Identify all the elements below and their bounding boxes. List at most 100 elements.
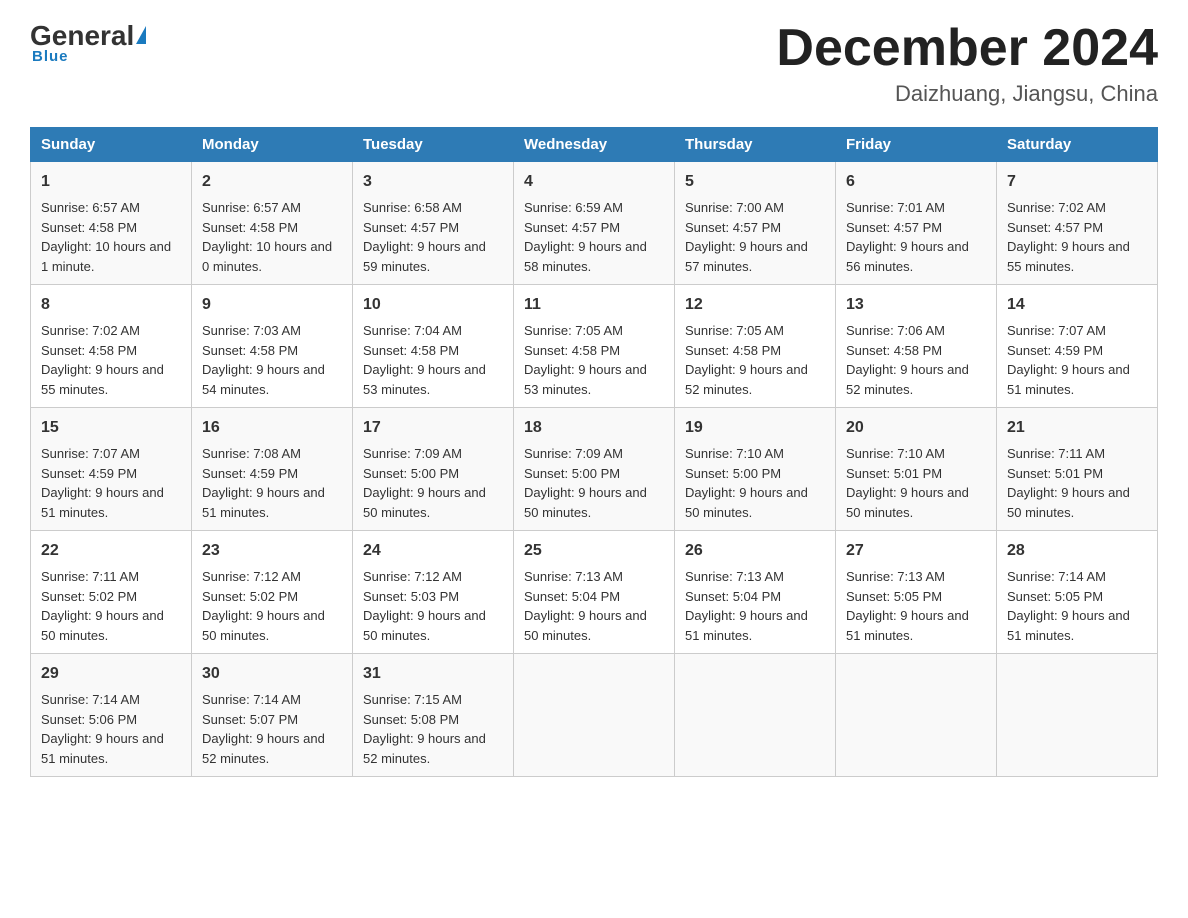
header: General Blue December 2024 Daizhuang, Ji… <box>30 20 1158 107</box>
day-number: 25 <box>524 539 664 563</box>
calendar-table: Sunday Monday Tuesday Wednesday Thursday… <box>30 127 1158 777</box>
day-number: 30 <box>202 662 342 686</box>
day-number: 19 <box>685 416 825 440</box>
day-info: Sunrise: 7:11 AMSunset: 5:02 PMDaylight:… <box>41 567 181 645</box>
table-row: 18Sunrise: 7:09 AMSunset: 5:00 PMDayligh… <box>514 408 675 531</box>
day-info: Sunrise: 7:07 AMSunset: 4:59 PMDaylight:… <box>1007 321 1147 399</box>
table-row: 9Sunrise: 7:03 AMSunset: 4:58 PMDaylight… <box>192 285 353 408</box>
day-info: Sunrise: 7:05 AMSunset: 4:58 PMDaylight:… <box>685 321 825 399</box>
day-info: Sunrise: 7:05 AMSunset: 4:58 PMDaylight:… <box>524 321 664 399</box>
day-info: Sunrise: 6:59 AMSunset: 4:57 PMDaylight:… <box>524 198 664 276</box>
table-row: 24 Sunrise: 7:12 AMSunset: 5:03 PMDayligh… <box>353 531 514 654</box>
day-number: 26 <box>685 539 825 563</box>
day-info: Sunrise: 7:02 AMSunset: 4:58 PMDaylight:… <box>41 321 181 399</box>
table-row: 15 Sunrise: 7:07 AMSunset: 4:59 PMDayligh… <box>31 408 192 531</box>
day-info: Sunrise: 7:01 AMSunset: 4:57 PMDaylight:… <box>846 198 986 276</box>
table-row: 30Sunrise: 7:14 AMSunset: 5:07 PMDayligh… <box>192 654 353 777</box>
table-row: 22 Sunrise: 7:11 AMSunset: 5:02 PMDayligh… <box>31 531 192 654</box>
table-row: 27Sunrise: 7:13 AMSunset: 5:05 PMDayligh… <box>836 531 997 654</box>
day-info: Sunrise: 7:12 AMSunset: 5:02 PMDaylight:… <box>202 567 342 645</box>
day-number: 6 <box>846 170 986 194</box>
logo-triangle-icon <box>136 26 146 44</box>
day-number: 22 <box>41 539 181 563</box>
day-number: 10 <box>363 293 503 317</box>
logo: General Blue <box>30 20 146 65</box>
day-number: 16 <box>202 416 342 440</box>
day-info: Sunrise: 7:07 AMSunset: 4:59 PMDaylight:… <box>41 444 181 522</box>
day-number: 15 <box>41 416 181 440</box>
title-area: December 2024 Daizhuang, Jiangsu, China <box>776 20 1158 107</box>
calendar-week-row: 29 Sunrise: 7:14 AMSunset: 5:06 PMDayligh… <box>31 654 1158 777</box>
day-number: 13 <box>846 293 986 317</box>
day-info: Sunrise: 7:04 AMSunset: 4:58 PMDaylight:… <box>363 321 503 399</box>
day-info: Sunrise: 7:13 AMSunset: 5:04 PMDaylight:… <box>685 567 825 645</box>
col-wednesday: Wednesday <box>514 128 675 162</box>
day-number: 1 <box>41 170 181 194</box>
day-info: Sunrise: 7:14 AMSunset: 5:05 PMDaylight:… <box>1007 567 1147 645</box>
table-row: 5 Sunrise: 7:00 AMSunset: 4:57 PMDaylight… <box>675 162 836 285</box>
table-row: 1Sunrise: 6:57 AMSunset: 4:58 PMDaylight… <box>31 162 192 285</box>
day-number: 11 <box>524 293 664 317</box>
table-row: 6 Sunrise: 7:01 AMSunset: 4:57 PMDaylight… <box>836 162 997 285</box>
table-row <box>997 654 1158 777</box>
day-number: 14 <box>1007 293 1147 317</box>
logo-blue-text: Blue <box>32 48 69 65</box>
table-row: 31Sunrise: 7:15 AMSunset: 5:08 PMDayligh… <box>353 654 514 777</box>
month-title: December 2024 <box>776 20 1158 77</box>
calendar-week-row: 1 Sunrise: 6:57 AMSunset: 4:58 PMDaylight… <box>31 162 1158 285</box>
day-info: Sunrise: 6:57 AMSunset: 4:58 PMDaylight:… <box>202 198 342 276</box>
day-info: Sunrise: 7:02 AMSunset: 4:57 PMDaylight:… <box>1007 198 1147 276</box>
col-tuesday: Tuesday <box>353 128 514 162</box>
day-number: 4 <box>524 170 664 194</box>
day-info: Sunrise: 7:09 AMSunset: 5:00 PMDaylight:… <box>524 444 664 522</box>
calendar-week-row: 15 Sunrise: 7:07 AMSunset: 4:59 PMDayligh… <box>31 408 1158 531</box>
day-number: 21 <box>1007 416 1147 440</box>
table-row <box>836 654 997 777</box>
location-title: Daizhuang, Jiangsu, China <box>776 81 1158 107</box>
day-number: 3 <box>363 170 503 194</box>
day-number: 27 <box>846 539 986 563</box>
day-number: 5 <box>685 170 825 194</box>
table-row: 7Sunrise: 7:02 AMSunset: 4:57 PMDaylight… <box>997 162 1158 285</box>
table-row: 26 Sunrise: 7:13 AMSunset: 5:04 PMDayligh… <box>675 531 836 654</box>
day-number: 23 <box>202 539 342 563</box>
table-row: 21Sunrise: 7:11 AMSunset: 5:01 PMDayligh… <box>997 408 1158 531</box>
day-info: Sunrise: 7:12 AMSunset: 5:03 PMDaylight:… <box>363 567 503 645</box>
col-sunday: Sunday <box>31 128 192 162</box>
header-row: Sunday Monday Tuesday Wednesday Thursday… <box>31 128 1158 162</box>
table-row: 11 Sunrise: 7:05 AMSunset: 4:58 PMDayligh… <box>514 285 675 408</box>
col-thursday: Thursday <box>675 128 836 162</box>
table-row: 29 Sunrise: 7:14 AMSunset: 5:06 PMDayligh… <box>31 654 192 777</box>
day-info: Sunrise: 6:58 AMSunset: 4:57 PMDaylight:… <box>363 198 503 276</box>
calendar-week-row: 22 Sunrise: 7:11 AMSunset: 5:02 PMDayligh… <box>31 531 1158 654</box>
day-number: 8 <box>41 293 181 317</box>
day-info: Sunrise: 7:10 AMSunset: 5:01 PMDaylight:… <box>846 444 986 522</box>
table-row: 10 Sunrise: 7:04 AMSunset: 4:58 PMDayligh… <box>353 285 514 408</box>
table-row: 28 Sunrise: 7:14 AMSunset: 5:05 PMDayligh… <box>997 531 1158 654</box>
col-saturday: Saturday <box>997 128 1158 162</box>
day-info: Sunrise: 7:14 AMSunset: 5:06 PMDaylight:… <box>41 690 181 768</box>
day-number: 2 <box>202 170 342 194</box>
calendar-week-row: 8 Sunrise: 7:02 AMSunset: 4:58 PMDaylight… <box>31 285 1158 408</box>
table-row: 19 Sunrise: 7:10 AMSunset: 5:00 PMDayligh… <box>675 408 836 531</box>
day-info: Sunrise: 7:08 AMSunset: 4:59 PMDaylight:… <box>202 444 342 522</box>
table-row: 25Sunrise: 7:13 AMSunset: 5:04 PMDayligh… <box>514 531 675 654</box>
day-number: 28 <box>1007 539 1147 563</box>
col-friday: Friday <box>836 128 997 162</box>
day-number: 24 <box>363 539 503 563</box>
table-row: 2 Sunrise: 6:57 AMSunset: 4:58 PMDaylight… <box>192 162 353 285</box>
day-info: Sunrise: 7:00 AMSunset: 4:57 PMDaylight:… <box>685 198 825 276</box>
table-row: 3 Sunrise: 6:58 AMSunset: 4:57 PMDaylight… <box>353 162 514 285</box>
day-number: 17 <box>363 416 503 440</box>
day-info: Sunrise: 7:10 AMSunset: 5:00 PMDaylight:… <box>685 444 825 522</box>
table-row <box>675 654 836 777</box>
day-info: Sunrise: 7:15 AMSunset: 5:08 PMDaylight:… <box>363 690 503 768</box>
table-row: 4 Sunrise: 6:59 AMSunset: 4:57 PMDaylight… <box>514 162 675 285</box>
day-info: Sunrise: 7:06 AMSunset: 4:58 PMDaylight:… <box>846 321 986 399</box>
table-row: 12Sunrise: 7:05 AMSunset: 4:58 PMDayligh… <box>675 285 836 408</box>
day-number: 29 <box>41 662 181 686</box>
table-row <box>514 654 675 777</box>
table-row: 16 Sunrise: 7:08 AMSunset: 4:59 PMDayligh… <box>192 408 353 531</box>
col-monday: Monday <box>192 128 353 162</box>
table-row: 23 Sunrise: 7:12 AMSunset: 5:02 PMDayligh… <box>192 531 353 654</box>
